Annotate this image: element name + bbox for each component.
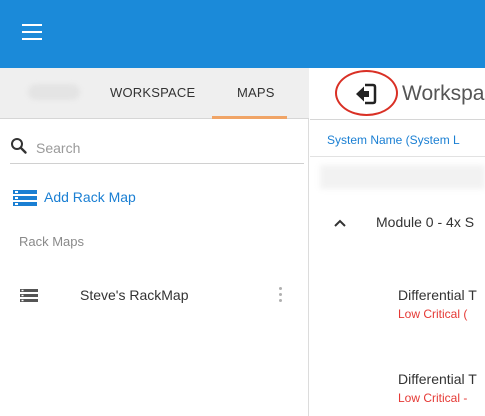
sidebar-tabs: WORKSPACE MAPS [0,68,309,119]
sensor-item[interactable]: Differential T Low Critical - [398,371,477,405]
blurred-row-placeholder [320,165,485,189]
sensor-item[interactable]: Differential T Low Critical ( [398,287,477,321]
tab-maps[interactable]: MAPS [237,85,275,100]
rack-icon [20,289,38,302]
rack-add-icon [13,190,37,206]
column-divider [310,156,485,157]
search-field[interactable] [10,134,304,164]
active-tab-indicator [212,116,287,119]
tab-workspace[interactable]: WORKSPACE [110,85,195,100]
rack-map-label: Steve's RackMap [80,287,189,303]
sensor-name: Differential T [398,371,477,387]
rack-maps-section-label: Rack Maps [19,234,85,249]
chevron-up-icon[interactable] [334,219,346,227]
add-rack-map-label: Add Rack Map [44,189,136,205]
more-options-icon[interactable] [276,287,284,307]
back-arrow-icon[interactable] [353,81,379,107]
column-header-system-name[interactable]: System Name (System L [327,133,460,147]
blurred-tab-placeholder [28,84,80,100]
sidebar: WORKSPACE MAPS Add Rack Map Rack Maps [0,68,309,416]
search-icon [11,138,27,154]
search-input[interactable] [36,138,286,158]
header-divider [310,119,485,120]
module-label: Module 0 - 4x S [376,214,475,230]
module-group-row[interactable]: Module 0 - 4x S [310,210,485,236]
hamburger-menu-icon[interactable] [22,24,42,40]
rack-map-list-item[interactable]: Steve's RackMap [0,276,308,316]
workspace-title: Workspa [402,82,485,105]
sensor-status: Low Critical ( [398,307,468,321]
top-app-bar [0,0,485,68]
sensor-status: Low Critical - [398,391,468,405]
main-panel: Workspa System Name (System L Module 0 -… [310,68,485,416]
sensor-name: Differential T [398,287,477,303]
